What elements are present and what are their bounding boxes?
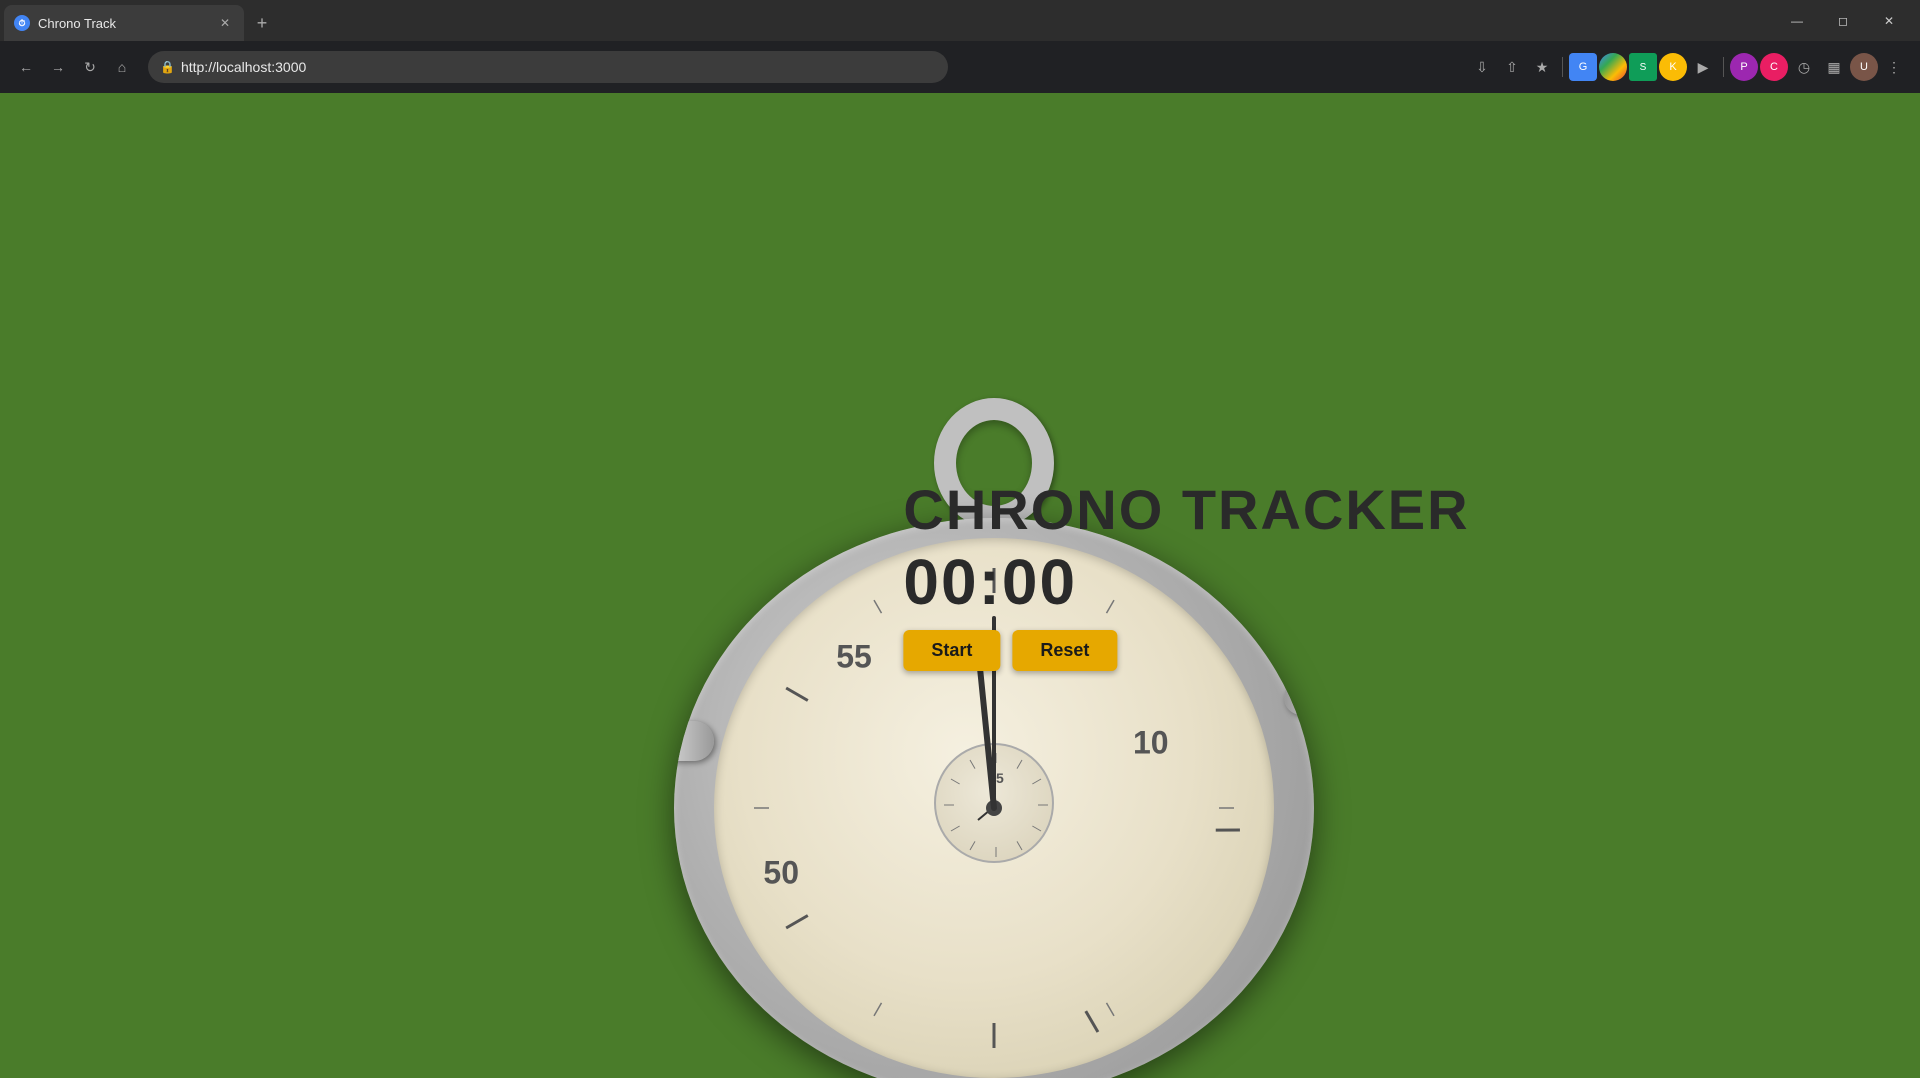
url-bar[interactable]: 🔒 http://localhost:3000 — [148, 51, 948, 83]
browser-chrome: ⏱ Chrono Track ✕ + — ◻ ✕ ← → ↻ ⌂ 🔒 http:… — [0, 0, 1920, 93]
toolbar-divider2 — [1723, 57, 1724, 77]
stopwatch-side-button-right — [1284, 680, 1314, 715]
tab-title: Chrono Track — [38, 16, 208, 31]
app-buttons: Start Reset — [903, 630, 1469, 671]
toolbar-right: ⇩ ⇧ ★ G S K ▶ P C ◷ ▦ U ⋮ — [1468, 53, 1908, 81]
keep-icon[interactable]: K — [1659, 53, 1687, 81]
app-content: 55 5 10 50 — [0, 93, 1920, 1078]
back-button[interactable]: ← — [12, 53, 40, 81]
toolbar-divider — [1562, 57, 1563, 77]
app-ui: CHRONO TRACKER 00:00 Start Reset — [903, 482, 1469, 671]
reset-button[interactable]: Reset — [1012, 630, 1117, 671]
tab-favicon: ⏱ — [14, 15, 30, 31]
tab-close-button[interactable]: ✕ — [216, 14, 234, 32]
stopwatch-side-button-left — [674, 721, 714, 761]
download-icon[interactable]: ⇩ — [1468, 53, 1496, 81]
active-tab[interactable]: ⏱ Chrono Track ✕ — [4, 5, 244, 41]
google-chrome-icon[interactable] — [1599, 53, 1627, 81]
google-apps-icon[interactable]: G — [1569, 53, 1597, 81]
new-tab-button[interactable]: + — [248, 9, 276, 37]
user-avatar[interactable]: U — [1850, 53, 1878, 81]
url-lock-icon: 🔒 — [160, 60, 175, 74]
more-menu-button[interactable]: ⋮ — [1880, 53, 1908, 81]
profile-icon1[interactable]: P — [1730, 53, 1758, 81]
bookmark-icon[interactable]: ★ — [1528, 53, 1556, 81]
share-icon[interactable]: ⇧ — [1498, 53, 1526, 81]
home-button[interactable]: ⌂ — [108, 53, 136, 81]
tab-bar: ⏱ Chrono Track ✕ + — ◻ ✕ — [0, 0, 1920, 41]
start-button[interactable]: Start — [903, 630, 1000, 671]
reload-button[interactable]: ↻ — [76, 53, 104, 81]
sidebar-icon[interactable]: ▦ — [1820, 53, 1848, 81]
maximize-button[interactable]: ◻ — [1820, 0, 1866, 41]
window-controls: — ◻ ✕ — [1766, 0, 1920, 41]
profile-icon2[interactable]: C — [1760, 53, 1788, 81]
extensions-icon[interactable]: ◷ — [1790, 53, 1818, 81]
chromecast-icon[interactable]: ▶ — [1689, 53, 1717, 81]
url-text: http://localhost:3000 — [181, 59, 306, 75]
app-title: CHRONO TRACKER — [903, 482, 1469, 538]
sheets-icon[interactable]: S — [1629, 53, 1657, 81]
forward-button[interactable]: → — [44, 53, 72, 81]
close-button[interactable]: ✕ — [1866, 0, 1912, 41]
minimize-button[interactable]: — — [1774, 0, 1820, 41]
timer-display: 00:00 — [903, 550, 1469, 614]
address-bar: ← → ↻ ⌂ 🔒 http://localhost:3000 ⇩ ⇧ ★ G … — [0, 41, 1920, 93]
